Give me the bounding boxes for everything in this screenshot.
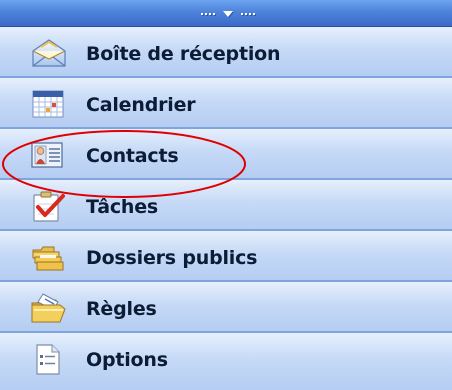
- rules-folder-icon: [31, 293, 66, 323]
- resize-grip[interactable]: [178, 7, 278, 21]
- navigation-pane: Boîte de réception Calendrier Contacts T…: [0, 0, 452, 390]
- grip-dots-left-icon: [201, 13, 215, 15]
- options-document-icon: [36, 344, 60, 375]
- nav-item-options[interactable]: Options: [0, 333, 452, 390]
- nav-item-label: Tâches: [86, 196, 159, 218]
- navigation-pane-resize-bar[interactable]: [0, 0, 452, 27]
- nav-item-public-folders[interactable]: Dossiers publics: [0, 231, 452, 282]
- nav-item-calendar[interactable]: Calendrier: [0, 78, 452, 129]
- nav-item-contacts[interactable]: Contacts: [0, 129, 452, 180]
- tasks-clipboard-icon: [33, 191, 65, 222]
- nav-item-label: Calendrier: [86, 94, 196, 116]
- nav-item-rules[interactable]: Règles: [0, 282, 452, 333]
- calendar-icon: [32, 90, 64, 118]
- inbox-envelope-icon: [32, 39, 66, 67]
- nav-item-tasks[interactable]: Tâches: [0, 180, 452, 231]
- nav-item-label: Boîte de réception: [86, 43, 281, 65]
- nav-item-label: Dossiers publics: [86, 247, 258, 269]
- contact-card-icon: [31, 142, 63, 168]
- nav-item-label: Contacts: [86, 145, 179, 167]
- public-folders-icon: [32, 246, 64, 271]
- nav-item-inbox[interactable]: Boîte de réception: [0, 27, 452, 78]
- nav-item-label: Options: [86, 349, 168, 371]
- chevron-down-icon[interactable]: [223, 11, 233, 17]
- grip-dots-right-icon: [241, 13, 255, 15]
- nav-item-label: Règles: [86, 298, 157, 320]
